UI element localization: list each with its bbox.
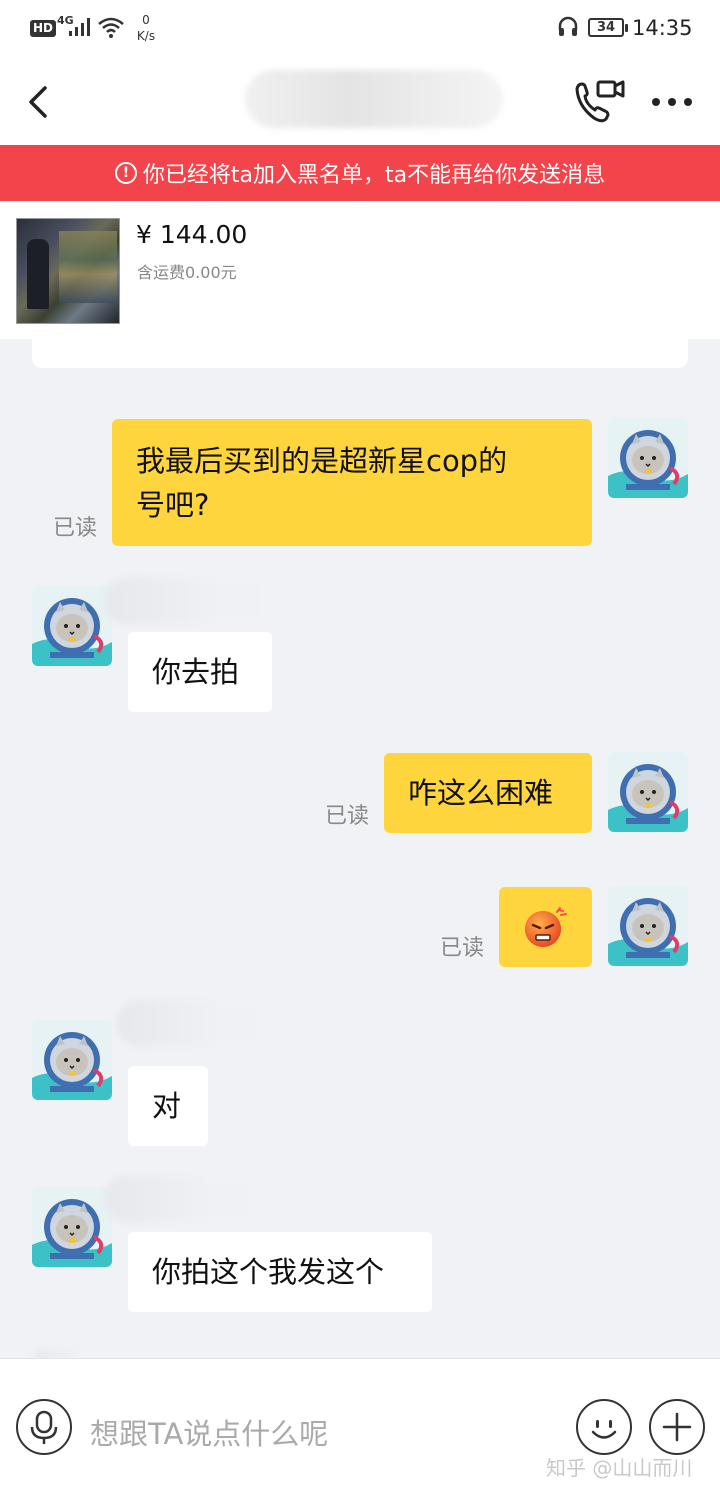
message-text-line: 号吧? xyxy=(136,488,210,522)
cat-astronaut-avatar-icon xyxy=(608,752,688,832)
message-bubble-incoming[interactable]: 你去拍 xyxy=(128,632,272,712)
network-speed: 0 K/s xyxy=(134,12,158,44)
angry-face-emoji-icon xyxy=(525,907,567,947)
contact-avatar[interactable] xyxy=(32,586,112,666)
message-bubble-incoming[interactable]: 你拍这个我发这个 xyxy=(128,1232,432,1312)
wifi-icon xyxy=(98,17,124,38)
cat-astronaut-avatar-icon xyxy=(608,886,688,966)
back-arrow-icon[interactable] xyxy=(18,80,58,124)
warning-circle-icon: ! xyxy=(114,162,137,184)
blacklist-banner: ! 你已经将ta加入黑名单，ta不能再给你发送消息 xyxy=(0,145,720,201)
read-receipt: 已读 xyxy=(440,936,485,961)
more-options-icon[interactable] xyxy=(648,88,696,116)
my-avatar[interactable] xyxy=(608,752,688,832)
contact-name-blurred xyxy=(245,70,503,128)
read-receipt: 已读 xyxy=(325,804,370,829)
cat-astronaut-avatar-icon xyxy=(32,1187,112,1267)
product-price: ¥ 144.00 xyxy=(136,220,248,249)
sender-name-blurred xyxy=(104,578,300,624)
my-avatar[interactable] xyxy=(608,886,688,966)
clock: 14:35 xyxy=(632,16,693,40)
cat-astronaut-avatar-icon xyxy=(32,1020,112,1100)
plus-icon xyxy=(662,1412,692,1442)
card-bottom xyxy=(32,339,688,368)
blacklist-message: 你已经将ta加入黑名单，ta不能再给你发送消息 xyxy=(142,163,606,188)
zhihu-watermark: 知乎 @山山而川 xyxy=(546,1456,693,1480)
chat-header xyxy=(0,58,720,145)
message-bubble-incoming[interactable]: 对 xyxy=(128,1066,208,1146)
shipping-fee: 含运费0.00元 xyxy=(137,263,237,282)
sender-name-blurred xyxy=(104,1176,284,1222)
smiley-icon xyxy=(591,1420,617,1439)
message-bubble-outgoing[interactable]: 我最后买到的是超新星cop的 号吧? xyxy=(112,419,592,546)
video-call-icon[interactable] xyxy=(572,76,628,126)
emoji-button[interactable] xyxy=(576,1399,632,1455)
my-avatar[interactable] xyxy=(608,418,688,498)
message-input[interactable]: 想跟TA说点什么呢 xyxy=(90,1411,328,1453)
cat-astronaut-avatar-icon xyxy=(32,586,112,666)
hd-badge: HD xyxy=(30,20,57,37)
message-text-line: 我最后买到的是超新星cop的 xyxy=(136,444,508,478)
headset-icon xyxy=(558,16,578,36)
speed-unit: K/s xyxy=(136,29,156,43)
voice-input-button[interactable] xyxy=(16,1399,72,1455)
contact-avatar[interactable] xyxy=(32,1020,112,1100)
microphone-icon xyxy=(30,1410,58,1444)
battery-indicator: 34 xyxy=(588,18,628,37)
cat-astronaut-avatar-icon xyxy=(608,418,688,498)
speed-value: 0 xyxy=(142,13,150,27)
status-bar: HD 4G 0 K/s 34 14:35 xyxy=(0,0,720,58)
message-bubble-outgoing[interactable] xyxy=(499,887,592,967)
signal-icon xyxy=(69,18,90,36)
product-card[interactable]: ¥ 144.00 含运费0.00元 xyxy=(0,201,720,339)
message-bubble-outgoing[interactable]: 咋这么困难 xyxy=(384,753,592,833)
sender-name-blurred xyxy=(116,1000,292,1046)
contact-avatar[interactable] xyxy=(32,1187,112,1267)
more-actions-button[interactable] xyxy=(649,1399,705,1455)
product-thumbnail[interactable] xyxy=(16,218,120,324)
read-receipt: 已读 xyxy=(53,516,98,541)
